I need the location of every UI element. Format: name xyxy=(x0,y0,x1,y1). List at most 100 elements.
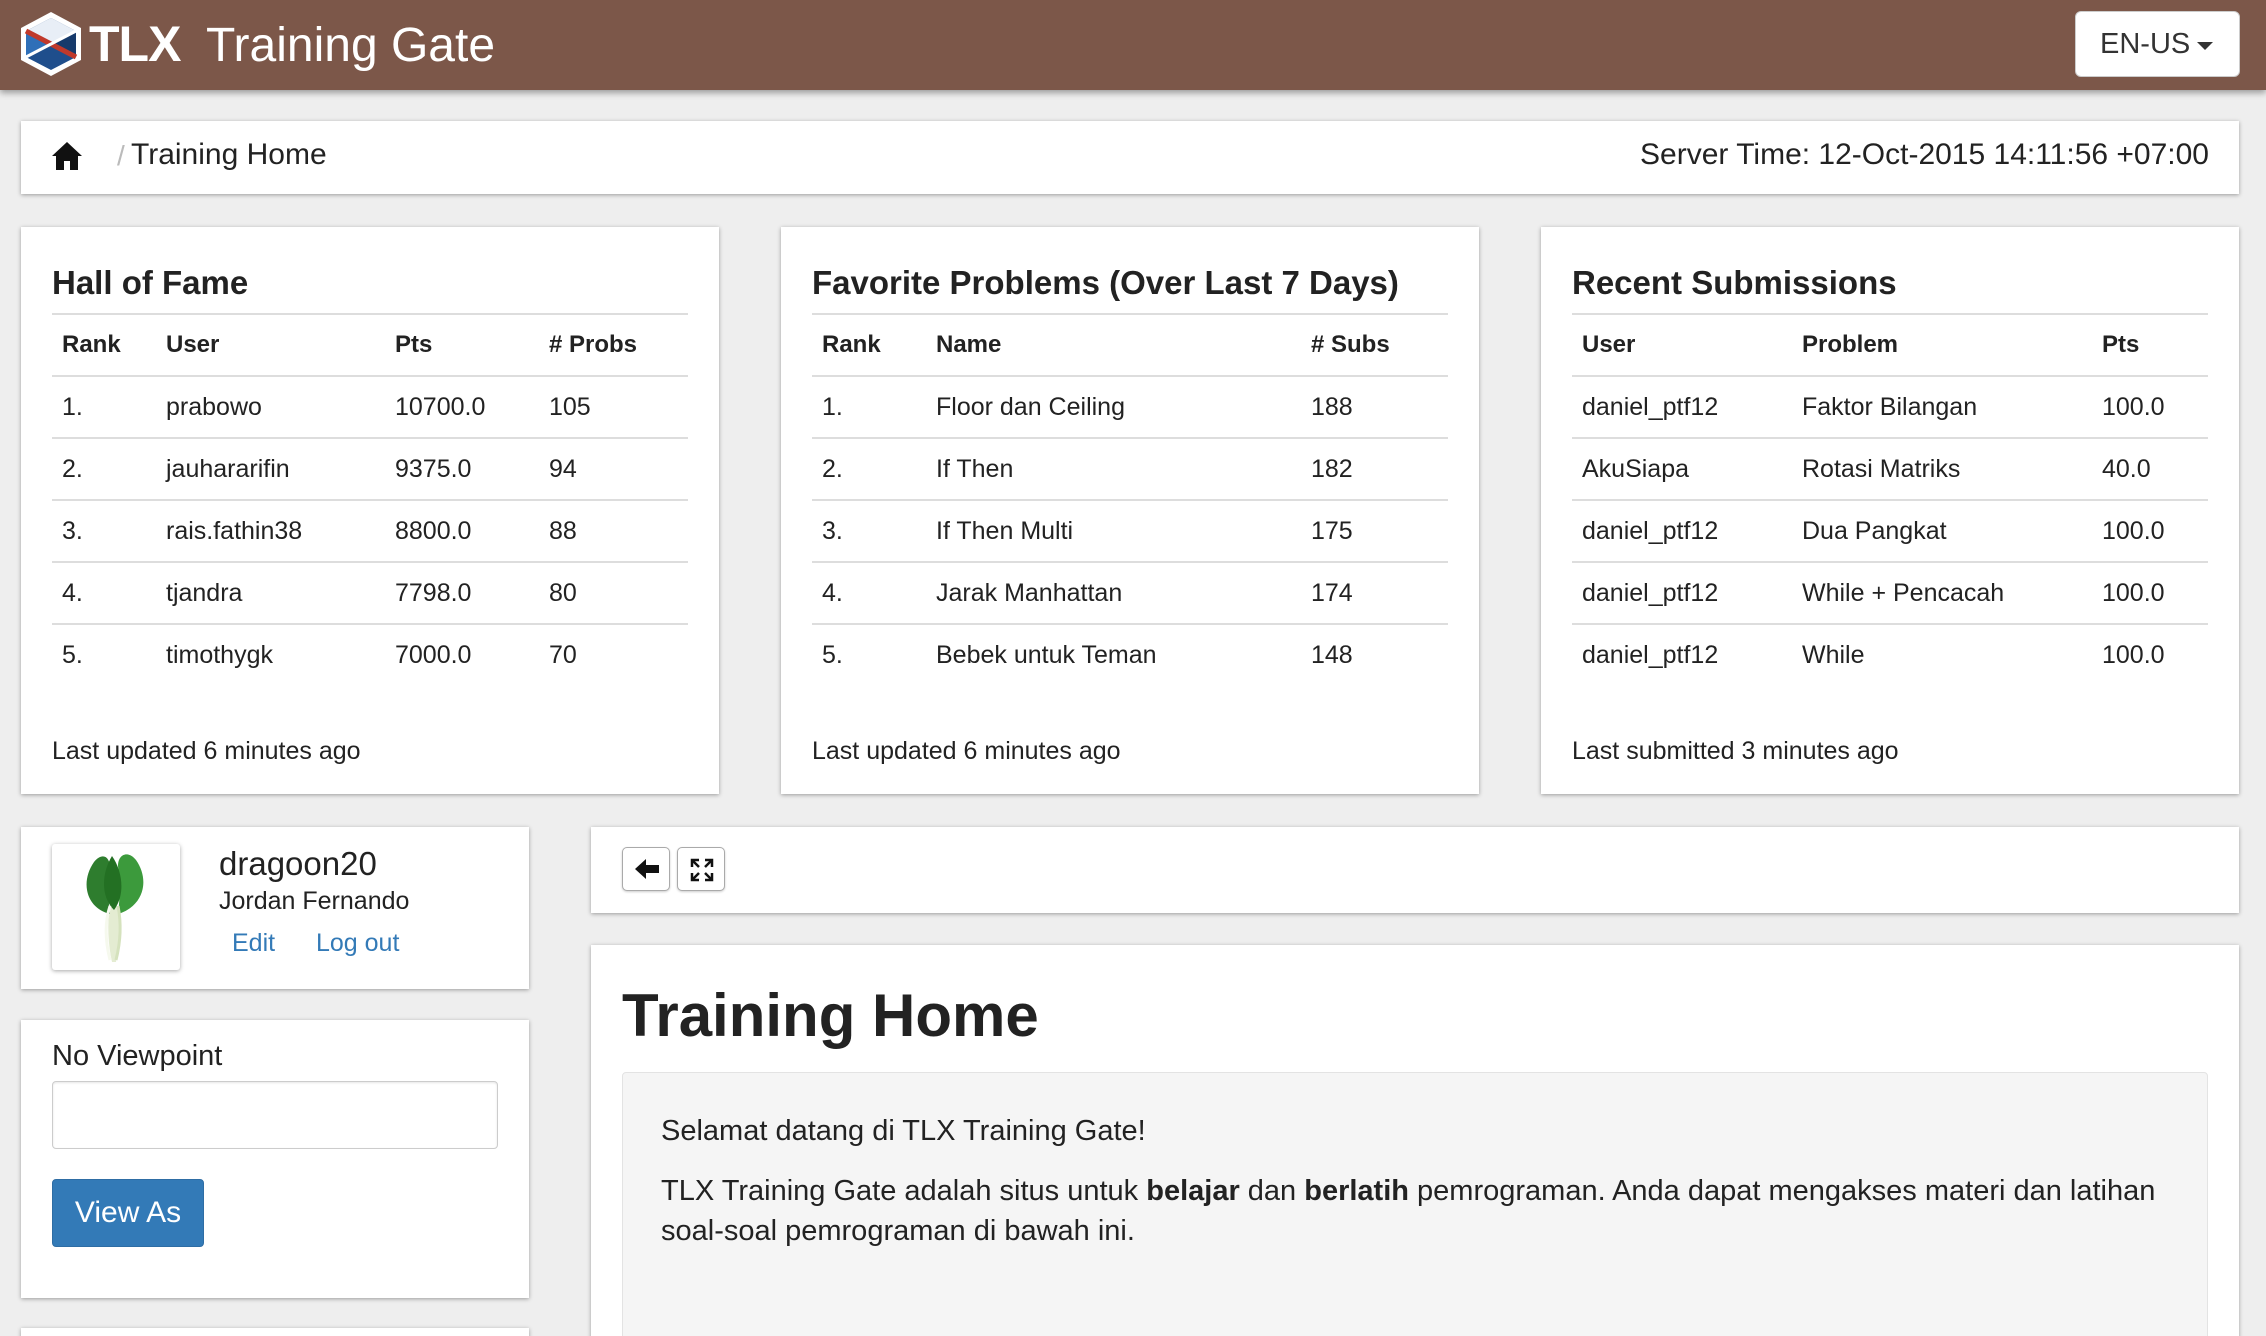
widget-title: Hall of Fame xyxy=(52,264,249,301)
problem-link[interactable]: Floor dan Ceiling xyxy=(926,376,1301,439)
user-link[interactable]: daniel_ptf12 xyxy=(1572,624,1792,686)
chevron-down-icon xyxy=(2197,42,2213,50)
user-link[interactable]: daniel_ptf12 xyxy=(1572,500,1792,563)
problem-link[interactable]: While + Pencacah xyxy=(1792,562,2092,625)
sidebar-panel xyxy=(21,1328,529,1336)
user-link[interactable]: daniel_ptf12 xyxy=(1572,562,1792,625)
recent-submissions-table: User Problem Pts daniel_ptf12 Faktor Bil… xyxy=(1572,313,2208,686)
column-header: Name xyxy=(926,314,1301,377)
hall-of-fame-table: Rank User Pts # Probs 1. prabowo 10700.0… xyxy=(52,313,688,686)
rank-cell: 5. xyxy=(62,641,83,669)
rank-cell: 5. xyxy=(822,641,843,669)
points-cell: 7798.0 xyxy=(385,562,539,625)
user-info-panel: dragoon20 Jordan Fernando Edit Log out xyxy=(21,827,529,989)
desc-bold: berlatih xyxy=(1304,1175,1409,1207)
desc-text: dan xyxy=(1239,1175,1305,1207)
user-link[interactable]: jauhararifin xyxy=(156,438,385,501)
language-label: EN-US xyxy=(2100,28,2191,60)
rank-cell: 4. xyxy=(52,562,156,625)
breadcrumb-current: Training Home xyxy=(131,138,327,171)
viewpoint-panel: No Viewpoint View As xyxy=(21,1020,529,1298)
user-link[interactable]: tjandra xyxy=(156,562,385,625)
widget-title: Recent Submissions xyxy=(1572,264,1897,301)
points-cell: 10700.0 xyxy=(385,376,539,439)
user-link[interactable]: rais.fathin38 xyxy=(156,500,385,563)
column-header: # Subs xyxy=(1301,314,1448,377)
column-header: Problem xyxy=(1792,314,2092,377)
arrow-left-icon xyxy=(635,859,659,879)
points-cell: 9375.0 xyxy=(385,438,539,501)
column-header: # Probs xyxy=(539,314,688,377)
subs-cell: 148 xyxy=(1311,641,1353,669)
probs-cell: 70 xyxy=(549,641,577,669)
hall-of-fame-widget: Hall of Fame Rank User Pts # Probs 1. pr… xyxy=(21,227,719,794)
home-icon[interactable] xyxy=(51,141,83,171)
widget-title: Favorite Problems (Over Last 7 Days) xyxy=(812,264,1399,301)
main-content: Training Home Selamat datang di TLX Trai… xyxy=(591,945,2239,1336)
recent-submissions-widget: Recent Submissions User Problem Pts dani… xyxy=(1541,227,2239,794)
problem-link[interactable]: If Then Multi xyxy=(926,500,1301,563)
subs-cell: 188 xyxy=(1301,376,1448,439)
points-cell: 100.0 xyxy=(2102,641,2165,669)
favorite-problems-widget: Favorite Problems (Over Last 7 Days) Ran… xyxy=(781,227,1479,794)
edit-profile-link[interactable]: Edit xyxy=(232,929,275,958)
favorite-problems-table: Rank Name # Subs 1. Floor dan Ceiling 18… xyxy=(812,313,1448,686)
username[interactable]: dragoon20 xyxy=(219,845,377,883)
table-row: AkuSiapa Rotasi Matriks 40.0 xyxy=(1572,438,2208,501)
points-cell: 100.0 xyxy=(2092,376,2208,439)
tlx-logo-icon[interactable] xyxy=(18,10,84,78)
widget-footer: Last updated 6 minutes ago xyxy=(812,737,1121,765)
top-navbar: TLX Training Gate EN-US xyxy=(0,0,2266,90)
widget-footer: Last submitted 3 minutes ago xyxy=(1572,737,1899,765)
points-cell: 40.0 xyxy=(2092,438,2208,501)
table-row: daniel_ptf12 While 100.0 xyxy=(1572,624,2208,686)
server-time: Server Time: 12-Oct-2015 14:11:56 +07:00 xyxy=(1640,138,2209,171)
content-toolbar xyxy=(591,827,2239,913)
table-row: daniel_ptf12 Faktor Bilangan 100.0 xyxy=(1572,376,2208,439)
fullscreen-button[interactable] xyxy=(677,847,725,891)
rank-cell: 2. xyxy=(52,438,156,501)
problem-link[interactable]: Jarak Manhattan xyxy=(926,562,1301,625)
page-title: Training Home xyxy=(622,982,1039,1049)
table-row: 5. timothygk 7000.0 70 xyxy=(52,624,688,686)
problem-link[interactable]: While xyxy=(1792,624,2092,686)
problem-link[interactable]: Rotasi Matriks xyxy=(1792,438,2092,501)
subs-cell: 182 xyxy=(1301,438,1448,501)
points-cell: 100.0 xyxy=(2092,562,2208,625)
user-link[interactable]: AkuSiapa xyxy=(1572,438,1792,501)
rank-cell: 4. xyxy=(812,562,926,625)
viewpoint-label: No Viewpoint xyxy=(52,1040,223,1072)
rank-cell: 3. xyxy=(812,500,926,563)
problem-link[interactable]: Dua Pangkat xyxy=(1792,500,2092,563)
column-header: Pts xyxy=(2092,314,2208,377)
user-link[interactable]: timothygk xyxy=(156,624,385,686)
table-row: daniel_ptf12 Dua Pangkat 100.0 xyxy=(1572,500,2208,563)
column-header: Rank xyxy=(52,314,156,377)
user-link[interactable]: prabowo xyxy=(156,376,385,439)
breadcrumb: / Training Home Server Time: 12-Oct-2015… xyxy=(21,121,2239,194)
rank-cell: 3. xyxy=(52,500,156,563)
problem-link[interactable]: Bebek untuk Teman xyxy=(926,624,1301,686)
view-as-button[interactable]: View As xyxy=(52,1179,204,1247)
brand-short[interactable]: TLX xyxy=(89,14,181,74)
welcome-box: Selamat datang di TLX Training Gate! TLX… xyxy=(622,1072,2208,1336)
column-header: Rank xyxy=(812,314,926,377)
user-link[interactable]: daniel_ptf12 xyxy=(1572,376,1792,439)
table-row: 4. tjandra 7798.0 80 xyxy=(52,562,688,625)
probs-cell: 88 xyxy=(539,500,688,563)
brand-name[interactable]: Training Gate xyxy=(206,16,495,76)
logout-link[interactable]: Log out xyxy=(316,929,399,958)
back-button[interactable] xyxy=(622,847,670,891)
probs-cell: 94 xyxy=(539,438,688,501)
table-row: 1. Floor dan Ceiling 188 xyxy=(812,376,1448,439)
table-row: 3. rais.fathin38 8800.0 88 xyxy=(52,500,688,563)
desc-bold: belajar xyxy=(1146,1175,1240,1207)
welcome-description: TLX Training Gate adalah situs untuk bel… xyxy=(661,1171,2169,1251)
table-row: 3. If Then Multi 175 xyxy=(812,500,1448,563)
column-header: User xyxy=(1572,314,1792,377)
viewpoint-input[interactable] xyxy=(52,1081,498,1149)
problem-link[interactable]: If Then xyxy=(926,438,1301,501)
problem-link[interactable]: Faktor Bilangan xyxy=(1792,376,2092,439)
language-dropdown[interactable]: EN-US xyxy=(2075,11,2240,77)
points-cell: 7000.0 xyxy=(395,641,472,669)
